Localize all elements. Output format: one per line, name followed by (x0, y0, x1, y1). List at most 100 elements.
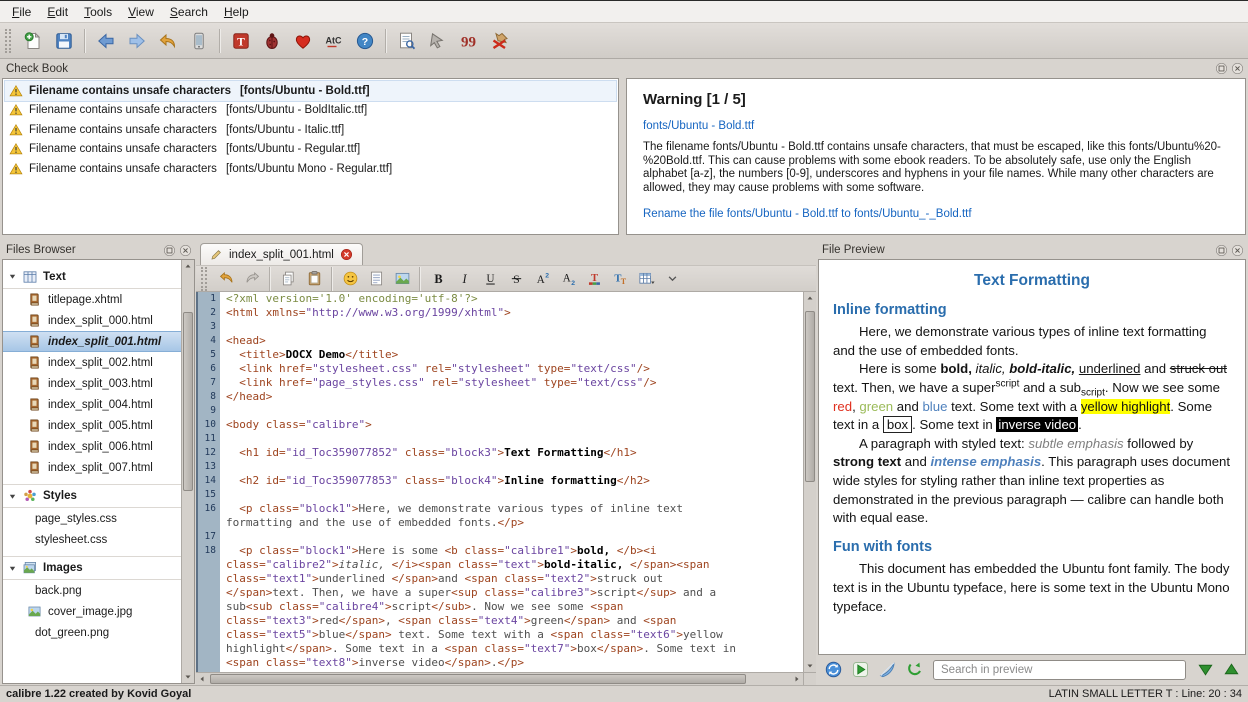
code-text[interactable]: <html xmlns="http://www.w3.org/1999/xhtm… (220, 306, 803, 320)
find-next-button[interactable] (1193, 658, 1217, 682)
refresh-button[interactable] (902, 658, 926, 682)
file-item[interactable]: back.png (3, 580, 181, 601)
check-book-button[interactable] (258, 27, 286, 55)
code-editor[interactable]: 1<?xml version='1.0' encoding='utf-8'?>2… (196, 292, 803, 672)
menu-file[interactable]: File (4, 3, 39, 21)
open-in-browser-button[interactable] (875, 658, 899, 682)
scrollbar-thumb[interactable] (210, 674, 746, 684)
code-text[interactable]: <h2 id="id_Toc359077853" class="block4">… (220, 474, 803, 488)
menu-view[interactable]: View (120, 3, 162, 21)
superscript-button[interactable]: A2 (530, 267, 554, 290)
code-text[interactable] (220, 320, 803, 334)
file-item[interactable]: index_split_001.html (3, 331, 181, 352)
code-text[interactable] (220, 404, 803, 418)
strikethrough-button[interactable]: S (504, 267, 528, 290)
search-in-preview-input[interactable] (933, 660, 1186, 680)
code-view-button[interactable] (364, 267, 388, 290)
scrollbar-track[interactable] (804, 304, 816, 660)
editor-horizontal-scrollbar[interactable] (196, 672, 803, 685)
arrange-files-button[interactable] (424, 27, 452, 55)
code-text[interactable]: <link href="stylesheet.css" rel="stylesh… (220, 362, 803, 376)
spell-check-button[interactable]: AtC (320, 27, 348, 55)
close-panel-icon[interactable] (179, 244, 192, 257)
play-button[interactable] (848, 658, 872, 682)
scroll-up-icon[interactable] (804, 292, 816, 304)
smarten-punctuation-button[interactable]: 99 (455, 27, 483, 55)
menu-search[interactable]: Search (162, 3, 216, 21)
insert-image-button[interactable] (390, 267, 414, 290)
code-text[interactable]: </head> (220, 390, 803, 404)
scrollbar-track[interactable] (208, 673, 791, 685)
code-text[interactable]: <p class="block1">Here, we demonstrate v… (220, 502, 803, 530)
files-section-text[interactable]: Text (3, 265, 181, 289)
donate-button[interactable] (289, 27, 317, 55)
editor-tab[interactable]: index_split_001.html (200, 243, 363, 265)
new-book-button[interactable] (19, 27, 47, 55)
close-panel-icon[interactable] (1231, 62, 1244, 75)
check-item[interactable]: Filename contains unsafe characters[font… (5, 140, 616, 160)
float-panel-icon[interactable] (163, 244, 176, 257)
splitter[interactable] (619, 78, 626, 235)
file-item[interactable]: index_split_003.html (3, 373, 181, 394)
file-item[interactable]: index_split_005.html (3, 415, 181, 436)
check-item[interactable]: Filename contains unsafe characters[font… (5, 120, 616, 140)
back-button[interactable] (92, 27, 120, 55)
save-book-button[interactable] (50, 27, 78, 55)
code-text[interactable]: <h1 id="id_Toc359077852" class="block3">… (220, 446, 803, 460)
find-previous-button[interactable] (1219, 658, 1243, 682)
file-item[interactable]: page_styles.css (3, 508, 181, 529)
close-panel-icon[interactable] (1231, 244, 1244, 257)
special-char-button[interactable] (338, 267, 362, 290)
scroll-down-icon[interactable] (804, 660, 816, 672)
menu-help[interactable]: Help (216, 3, 257, 21)
scroll-left-icon[interactable] (196, 673, 208, 686)
edit-text-button[interactable]: T (227, 27, 255, 55)
undo-button[interactable] (214, 267, 238, 290)
file-item[interactable]: index_split_006.html (3, 436, 181, 457)
code-text[interactable]: <body class="calibre"> (220, 418, 803, 432)
scrollbar-thumb[interactable] (805, 311, 815, 482)
toolbar-grip[interactable] (5, 29, 11, 53)
code-text[interactable]: <link href="page_styles.css" rel="styles… (220, 376, 803, 390)
code-text[interactable] (220, 488, 803, 502)
check-item[interactable]: Filename contains unsafe characters[font… (5, 159, 616, 179)
warning-file-link[interactable]: fonts/Ubuntu - Bold.ttf (643, 120, 754, 132)
bold-button[interactable]: B (426, 267, 450, 290)
reports-button[interactable] (393, 27, 421, 55)
code-text[interactable]: <?xml version='1.0' encoding='utf-8'?> (220, 292, 803, 306)
file-item[interactable]: stylesheet.css (3, 529, 181, 550)
scrollbar-track[interactable] (182, 272, 194, 671)
toolbar-grip[interactable] (201, 267, 207, 291)
underline-button[interactable]: U (478, 267, 502, 290)
help-button[interactable]: ? (351, 27, 379, 55)
code-text[interactable] (220, 432, 803, 446)
redo-button[interactable] (240, 267, 264, 290)
code-text[interactable] (220, 530, 803, 544)
file-item[interactable]: index_split_004.html (3, 394, 181, 415)
menu-edit[interactable]: Edit (39, 3, 76, 21)
float-panel-icon[interactable] (1215, 244, 1228, 257)
text-color-button[interactable]: T (582, 267, 606, 290)
file-item[interactable]: index_split_000.html (3, 310, 181, 331)
check-item[interactable]: Filename contains unsafe characters[font… (5, 81, 616, 101)
code-text[interactable] (220, 460, 803, 474)
sync-preview-button[interactable] (821, 658, 845, 682)
undo-button[interactable] (154, 27, 182, 55)
insert-table-button[interactable] (634, 267, 658, 290)
menu-tools[interactable]: Tools (76, 3, 120, 21)
forward-button[interactable] (123, 27, 151, 55)
files-scrollbar[interactable] (181, 260, 194, 683)
scroll-up-icon[interactable] (182, 260, 194, 272)
float-panel-icon[interactable] (1215, 62, 1228, 75)
warning-rename-link[interactable]: Rename the file fonts/Ubuntu - Bold.ttf … (643, 208, 972, 220)
file-item[interactable]: cover_image.jpg (3, 601, 181, 622)
device-preview-button[interactable] (185, 27, 213, 55)
file-item[interactable]: titlepage.xhtml (3, 289, 181, 310)
scroll-right-icon[interactable] (791, 673, 803, 686)
editor-vertical-scrollbar[interactable] (803, 292, 816, 672)
file-item[interactable]: index_split_007.html (3, 457, 181, 478)
scroll-down-icon[interactable] (182, 671, 194, 683)
files-section-images[interactable]: Images (3, 556, 181, 580)
code-text[interactable]: <p class="block1">Here is some <b class=… (220, 544, 803, 670)
copy-button[interactable] (276, 267, 300, 290)
